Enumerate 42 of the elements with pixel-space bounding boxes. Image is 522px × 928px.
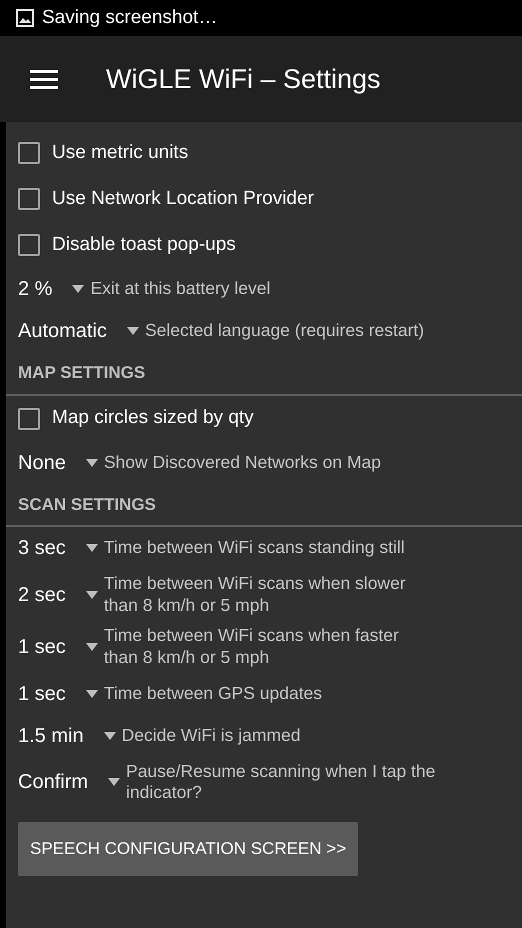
- setting-label: Exit at this battery level: [90, 278, 270, 300]
- setting-label: Selected language (requires restart): [144, 320, 424, 342]
- caret-icon[interactable]: [86, 642, 98, 651]
- dropdown-value[interactable]: 1.5 min: [18, 720, 84, 750]
- dropdown-value[interactable]: 3 sec: [18, 533, 66, 563]
- caret-icon[interactable]: [104, 732, 116, 740]
- dropdown-value[interactable]: Automatic: [18, 316, 107, 346]
- checkbox[interactable]: [18, 408, 40, 430]
- caret-icon[interactable]: [86, 590, 98, 599]
- caret-icon[interactable]: [86, 458, 98, 466]
- setting-label: Decide WiFi is jammed: [122, 724, 301, 746]
- setting-label: Time between WiFi scans when slower than 8 km/h or 5 mph: [104, 573, 407, 617]
- checkbox[interactable]: [18, 142, 40, 164]
- caret-icon[interactable]: [72, 285, 84, 293]
- dropdown-value[interactable]: 1 sec: [18, 678, 66, 708]
- section-header: MAP SETTINGS: [18, 362, 146, 384]
- speech-configuration-button[interactable]: SPEECH CONFIGURATION SCREEN >>: [18, 822, 358, 876]
- caret-icon[interactable]: [126, 327, 139, 335]
- setting-label: Time between WiFi scans when faster than 8 km/h or 5 mph: [104, 624, 400, 668]
- checkbox[interactable]: [18, 234, 40, 256]
- setting-label: Time between WiFi scans standing still: [104, 537, 405, 559]
- image-icon: [16, 9, 34, 27]
- caret-icon[interactable]: [86, 544, 98, 552]
- checkbox-label: Use Network Location Provider: [52, 186, 314, 211]
- status-text: Saving screenshot…: [42, 6, 218, 30]
- dropdown-value[interactable]: 2 sec: [18, 580, 66, 610]
- dropdown-value[interactable]: 2 %: [18, 274, 52, 304]
- dropdown-value[interactable]: None: [18, 448, 66, 478]
- section-header: SCAN SETTINGS: [18, 494, 157, 516]
- dropdown-value[interactable]: Confirm: [18, 767, 88, 798]
- dropdown-value[interactable]: 1 sec: [18, 632, 66, 662]
- menu-icon[interactable]: [30, 68, 58, 90]
- setting-label: Time between GPS updates: [104, 682, 322, 704]
- checkbox-label: Disable toast pop-ups: [52, 232, 236, 257]
- caret-icon[interactable]: [86, 690, 98, 698]
- checkbox-label: Map circles sized by qty: [52, 406, 254, 430]
- app-title: WiGLE WiFi – Settings: [106, 62, 381, 96]
- checkbox-label: Use metric units: [52, 140, 188, 165]
- setting-label: Show Discovered Networks on Map: [104, 452, 382, 474]
- caret-icon[interactable]: [108, 778, 120, 786]
- checkbox[interactable]: [18, 188, 40, 210]
- setting-label: Pause/Resume scanning when I tap the indicator?: [126, 760, 436, 804]
